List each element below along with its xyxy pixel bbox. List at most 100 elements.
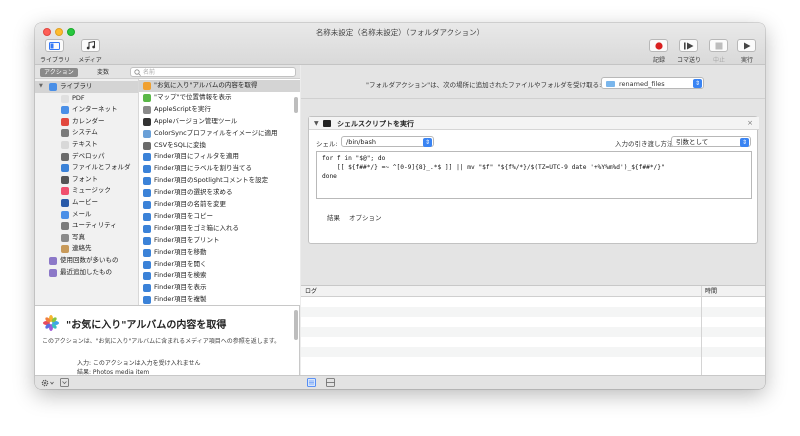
sidebar-item-label: カレンダー [72,116,105,125]
list-item[interactable]: Finder項目をコピー [139,211,300,223]
sidebar-item[interactable]: 連絡先 [35,243,138,255]
list-item[interactable]: Finder項目を複製 [139,294,300,305]
library-segment-row: アクション 変数 名前 [35,65,300,79]
list-item[interactable]: Finder項目のSpotlightコメントを設定 [139,175,300,187]
chevron-updown-icon: ⇕ [740,138,749,147]
photo-icon [61,233,69,242]
disclosure-triangle-icon[interactable]: ▼ [314,120,319,127]
smart-folder-icon [49,257,57,265]
sidebar-item[interactable]: デベロッパ [35,151,138,163]
log-row [301,357,765,367]
log-row [301,297,765,307]
media-button[interactable] [81,39,100,52]
list-item[interactable]: Finder項目を移動 [139,247,300,259]
list-item[interactable]: Finder項目にフィルタを適用 [139,151,300,163]
tools-icon [61,152,69,161]
list-item[interactable]: Finder項目にラベルを割り当てる [139,163,300,175]
utility-icon [61,222,69,231]
action-description-pane: "お気に入り"アルバムの内容を取得 このアクションは、"お気に入り"アルバムに含… [35,305,300,376]
sidebar-item[interactable]: フォント [35,174,138,186]
font-icon [61,175,69,184]
list-item[interactable]: Finder項目を開く [139,259,300,271]
stop-button[interactable] [709,39,728,52]
sidebar-item-label: ライブラリ [60,82,93,90]
sidebar-item[interactable]: ▼ ライブラリ [35,81,138,93]
script-editor[interactable]: for f in "$@"; do [[ ${f##*/} =~ ^[0-9]{… [316,151,752,199]
list-item[interactable]: Finder項目を表示 [139,282,300,294]
tools-icon [143,141,151,150]
finder-icon [143,201,151,209]
tab-variables[interactable]: 変数 [93,68,113,77]
finder-icon [143,284,151,293]
list-item[interactable]: "マップ"で位置情報を表示 [139,92,300,104]
gear-icon[interactable] [41,379,55,387]
list-item[interactable]: Finder項目をプリント [139,235,300,247]
run-button[interactable] [737,39,756,52]
description-toggle-icon[interactable] [60,378,69,387]
list-item[interactable]: Finder項目の名前を変更 [139,199,300,211]
list-item[interactable]: Finder項目の選択を求める [139,187,300,199]
sidebar-item[interactable]: 最近追加したもの [35,267,138,279]
code-line: done [322,173,337,180]
list-view-icon[interactable] [307,378,316,387]
sidebar-item-label: メール [72,209,92,218]
code-line: for f in "$@"; do [322,155,386,162]
sidebar-item[interactable]: インターネット [35,104,138,116]
list-item[interactable]: Appleバージョン管理ツール [139,116,300,128]
action-list-scrollbar[interactable] [294,97,298,113]
sidebar-item[interactable]: 使用回数が多いもの [35,255,138,267]
titlebar: 名称未設定（名称未設定）（フォルダアクション） ライブラリ メディア 記録 コマ… [35,23,765,65]
library-button[interactable] [45,39,64,52]
step-button[interactable] [679,39,698,52]
action-title: シェルスクリプトを実行 [337,120,414,128]
sidebar-item[interactable]: カレンダー [35,116,138,128]
list-item[interactable]: Finder項目を検索 [139,270,300,282]
sidebar-item[interactable]: メール [35,209,138,221]
finder-icon [143,165,151,174]
list-item-label: Finder項目をプリント [154,235,220,244]
search-input[interactable]: 名前 [130,67,296,77]
record-button[interactable] [649,39,668,52]
list-item[interactable]: ColorSyncプロファイルをイメージに適用 [139,128,300,140]
tab-actions[interactable]: アクション [40,68,78,77]
tab-options[interactable]: オプション [349,212,382,222]
list-item[interactable]: Finder項目をゴミ箱に入れる [139,223,300,235]
shell-select[interactable]: /bin/bash ⇕ [341,136,434,147]
pass-input-select[interactable]: 引数として ⇕ [671,136,751,147]
list-item-label: Finder項目のSpotlightコメントを設定 [154,176,269,185]
list-item-label: Finder項目を移動 [154,247,207,256]
disclosure-triangle-icon[interactable]: ▼ [39,81,43,93]
sidebar-item[interactable]: システム [35,127,138,139]
log-column-header: ログ [305,288,318,295]
action-list[interactable]: "お気に入り"アルバムの内容を取得 "マップ"で位置情報を表示 AppleScrip… [139,79,300,305]
shell-value: /bin/bash [346,138,377,146]
close-icon[interactable]: × [747,119,753,127]
maps-icon [143,93,151,102]
sidebar-item[interactable]: 写真 [35,232,138,244]
sidebar-item[interactable]: ムービー [35,197,138,209]
list-item-label: AppleScriptを実行 [154,104,211,113]
time-column-header: 時間 [705,288,718,295]
list-item[interactable]: AppleScriptを実行 [139,104,300,116]
sidebar-item[interactable]: テキスト [35,139,138,151]
list-item-label: ColorSyncプロファイルをイメージに適用 [154,128,278,137]
sidebar-item[interactable]: ユーティリティ [35,220,138,232]
chevron-updown-icon: ⇕ [423,138,432,147]
sidebar-item[interactable]: ファイルとフォルダ [35,162,138,174]
finder-icon [61,164,69,173]
tab-results[interactable]: 結果 [327,212,340,222]
quicktime-icon [61,199,69,207]
sidebar-item[interactable]: PDF [35,93,138,105]
description-scrollbar[interactable] [294,310,298,340]
log-column-divider [701,286,702,376]
list-item[interactable]: CSVをSQLに変換 [139,140,300,152]
split-view-icon[interactable] [326,378,335,387]
script-icon [143,105,151,114]
list-item[interactable]: "お気に入り"アルバムの内容を取得 [139,80,300,92]
folder-select[interactable]: renamed_files ⇕ [601,77,704,89]
category-list[interactable]: ▼ ライブラリ PDF インターネット カレンダーシステム テキスト デベロッパ ファイルとフ… [35,79,139,305]
sidebar-item[interactable]: ミュージック [35,185,138,197]
list-item-label: Finder項目の名前を変更 [154,200,226,208]
list-item-label: Finder項目を表示 [154,283,207,292]
run-label: 実行 [740,57,753,64]
